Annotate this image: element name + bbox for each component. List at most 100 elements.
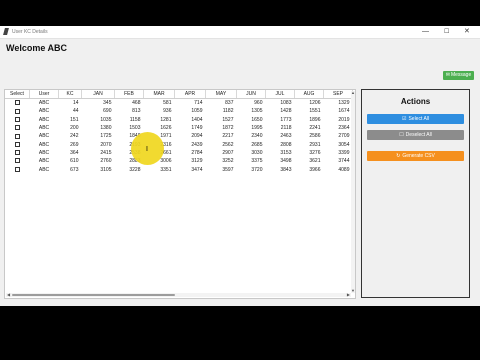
- column-header[interactable]: Select: [5, 90, 30, 99]
- column-header[interactable]: APR: [174, 90, 206, 99]
- row-select-cell[interactable]: [5, 165, 30, 173]
- deselect-all-button[interactable]: ☐ Deselect All: [367, 130, 464, 140]
- value-cell: 1428: [280, 108, 292, 115]
- value-cell: 1305: [251, 108, 263, 115]
- row-select-cell[interactable]: [5, 140, 30, 148]
- value-cell: 1281: [160, 116, 172, 123]
- value-cell: 1380: [100, 125, 112, 132]
- row-checkbox[interactable]: [14, 158, 20, 164]
- row-checkbox[interactable]: [14, 108, 20, 114]
- sync-icon: ↻: [396, 153, 401, 159]
- row-checkbox[interactable]: [14, 133, 20, 139]
- row-checkbox[interactable]: [14, 116, 20, 122]
- user-cell: ABC: [38, 100, 50, 107]
- select-all-button[interactable]: ☑ Select All: [367, 114, 464, 124]
- column-header[interactable]: MAR: [143, 90, 175, 99]
- row-select-cell[interactable]: [5, 99, 30, 108]
- value-cell: 1503: [129, 125, 141, 132]
- actions-panel: Actions ☑ Select All ☐ Deselect All ↻ Gener…: [361, 89, 470, 298]
- value-cell: 3351: [160, 166, 172, 173]
- value-cell: 1551: [309, 108, 321, 115]
- value-cell: 690: [103, 108, 112, 115]
- table-row[interactable]: ABC3642415253826612784290730303153327633…: [5, 149, 353, 157]
- value-cell: 581: [163, 100, 172, 107]
- row-checkbox[interactable]: [14, 150, 20, 156]
- value-cell: 1059: [191, 108, 203, 115]
- value-cell: 1404: [191, 116, 203, 123]
- row-select-cell[interactable]: [5, 116, 30, 124]
- row-select-cell[interactable]: [5, 124, 30, 132]
- message-button-label: Message: [450, 72, 472, 78]
- value-cell: 468: [132, 100, 141, 107]
- column-header[interactable]: MAY: [205, 90, 237, 99]
- vertical-scrollbar[interactable]: ▲ ▼: [351, 91, 355, 293]
- value-cell: 3252: [222, 158, 234, 165]
- value-cell: 200: [70, 125, 79, 132]
- value-cell: 1158: [129, 116, 141, 123]
- row-checkbox[interactable]: [14, 100, 20, 106]
- table-row[interactable]: ABC 673 3105 3228 3351 3474 3597 3720 3843 3966 40…: [5, 165, 353, 173]
- value-cell: 3105: [100, 166, 112, 173]
- horizontal-scrollbar[interactable]: ◀ ▶: [6, 293, 351, 297]
- value-cell: 2709: [338, 133, 350, 140]
- scroll-right-icon[interactable]: ▶: [347, 293, 350, 297]
- table-row[interactable]: ABC 200 1380 1503 1626 1749 1872 1995 2118 2241 23…: [5, 124, 353, 132]
- deselect-all-label: Deselect All: [405, 132, 432, 138]
- scroll-up-icon[interactable]: ▲: [351, 91, 355, 95]
- value-cell: 269: [70, 141, 79, 148]
- scroll-left-icon[interactable]: ◀: [7, 293, 10, 297]
- table-row[interactable]: ABC2421725184819712094221723402463258627…: [5, 132, 353, 140]
- empty-square-icon: ☐: [399, 132, 404, 138]
- window-title: User KC Details: [12, 29, 48, 35]
- scroll-down-icon[interactable]: ▼: [351, 289, 355, 293]
- row-checkbox[interactable]: [14, 166, 20, 172]
- value-cell: 1872: [222, 125, 234, 132]
- column-header[interactable]: FEB: [114, 90, 144, 99]
- value-cell: 3399: [338, 149, 350, 156]
- value-cell: 4089: [338, 166, 350, 173]
- column-header[interactable]: KC: [58, 90, 82, 99]
- value-cell: 837: [225, 100, 234, 107]
- value-cell: 1206: [309, 100, 321, 107]
- value-cell: 936: [163, 108, 172, 115]
- column-header[interactable]: SEP: [323, 90, 353, 99]
- value-cell: 2931: [309, 141, 321, 148]
- row-select-cell[interactable]: [5, 157, 30, 165]
- value-cell: 673: [70, 166, 79, 173]
- table-row[interactable]: ABC 151 1035 1158 1281 1404 1527 1650 1773 1896 20…: [5, 116, 353, 124]
- message-button[interactable]: ✉Message: [443, 71, 474, 80]
- table-row[interactable]: ABC 44 690 813 936 1059 1182 1305 1428 1551 1674: [5, 107, 353, 115]
- value-cell: 1749: [191, 125, 203, 132]
- row-checkbox[interactable]: [14, 125, 20, 131]
- value-cell: 2808: [280, 141, 292, 148]
- generate-csv-button[interactable]: ↻ Generate CSV: [367, 151, 464, 161]
- value-cell: 3276: [309, 149, 321, 156]
- column-header[interactable]: AUG: [294, 90, 324, 99]
- horizontal-scroll-thumb[interactable]: [12, 294, 175, 296]
- column-header[interactable]: JUN: [236, 90, 266, 99]
- message-icon: ✉: [445, 72, 450, 78]
- value-cell: 2463: [280, 133, 292, 140]
- value-cell: 3228: [129, 166, 141, 173]
- column-header[interactable]: JUL: [265, 90, 295, 99]
- row-select-cell[interactable]: [5, 107, 30, 115]
- column-header[interactable]: JAN: [81, 90, 115, 99]
- row-select-cell[interactable]: [5, 149, 30, 157]
- value-cell: 2415: [100, 149, 112, 156]
- row-select-cell[interactable]: [5, 132, 30, 140]
- user-cell: ABC: [38, 141, 50, 148]
- value-cell: 1182: [222, 108, 234, 115]
- column-header[interactable]: User: [29, 90, 59, 99]
- maximize-button[interactable]: ☐: [444, 28, 449, 36]
- check-square-icon: ☑: [401, 116, 407, 122]
- value-cell: 2760: [100, 158, 112, 165]
- close-button[interactable]: ✕: [464, 28, 470, 36]
- table-row[interactable]: ABC 610 2760 2883 3006 3129 3252 3375 3498 3621 37…: [5, 157, 353, 165]
- value-cell: 1527: [222, 116, 234, 123]
- minimize-button[interactable]: —: [422, 28, 429, 36]
- value-cell: 2340: [251, 133, 263, 140]
- table-row[interactable]: ABC 14 345 468 581 714 837 960 1083 1206 1329: [5, 99, 353, 108]
- table-row[interactable]: ABC2692070219323162439256226852808293130…: [5, 140, 353, 148]
- user-cell: ABC: [38, 116, 50, 123]
- row-checkbox[interactable]: [14, 141, 20, 147]
